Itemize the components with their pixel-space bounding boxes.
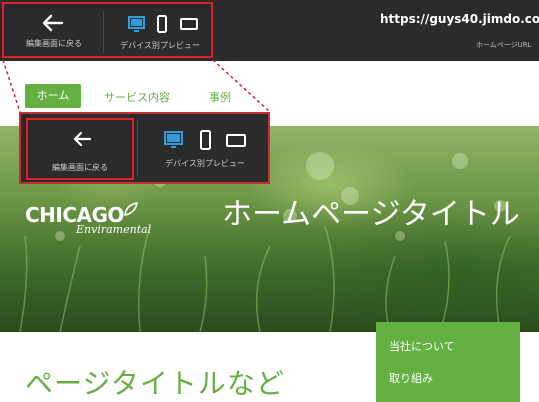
back-to-editor-label: 編集画面に戻る <box>26 39 82 48</box>
mobile-icon[interactable] <box>157 15 167 33</box>
nav-item-home[interactable]: ホーム <box>25 84 81 108</box>
tablet-icon[interactable] <box>226 134 246 147</box>
arrow-left-icon <box>72 130 92 152</box>
preview-toolbar: 編集画面に戻る デバイス別プレビュー https://guys40.jimdo.… <box>0 0 539 61</box>
zoomed-toolbar-callout: 編集画面に戻る デバイス別プレビュー <box>19 112 270 184</box>
desktop-icon[interactable] <box>164 131 183 148</box>
tablet-icon[interactable] <box>180 18 198 30</box>
zoomed-back-button[interactable]: 編集画面に戻る <box>26 118 134 180</box>
desktop-icon[interactable] <box>128 16 145 32</box>
nav-item-services[interactable]: サービス内容 <box>104 89 170 105</box>
device-preview-label: デバイス別プレビュー <box>120 41 200 50</box>
zoomed-device-icons <box>164 130 248 156</box>
nav-item-cases[interactable]: 事例 <box>209 89 231 105</box>
side-menu-item-about[interactable]: 当社について <box>389 338 455 354</box>
brand-logo[interactable]: CHICAGO Enviramental <box>25 202 151 236</box>
zoomed-back-label: 編集画面に戻る <box>52 163 108 172</box>
side-menu: 当社について 取り組み <box>376 322 520 402</box>
homepage-url[interactable]: https://guys40.jimdo.com/ <box>380 12 539 26</box>
toolbar-divider <box>103 10 104 54</box>
hero-title: ホームページタイトル <box>222 197 520 232</box>
back-to-editor-button[interactable]: 編集画面に戻る デバイス別プレビュー <box>2 2 213 58</box>
mobile-icon[interactable] <box>200 130 211 150</box>
side-menu-item-initiatives[interactable]: 取り組み <box>389 370 433 386</box>
leaf-icon <box>124 202 139 216</box>
zoomed-device-preview-label: デバイス別プレビュー <box>165 159 245 168</box>
device-icons <box>128 15 200 39</box>
homepage-url-caption: ホームページURL <box>476 41 532 49</box>
zoomed-divider <box>137 120 138 176</box>
arrow-left-icon <box>40 13 64 37</box>
page-title: ページタイトルなど <box>25 367 285 400</box>
logo-sub-text: Enviramental <box>76 223 152 236</box>
